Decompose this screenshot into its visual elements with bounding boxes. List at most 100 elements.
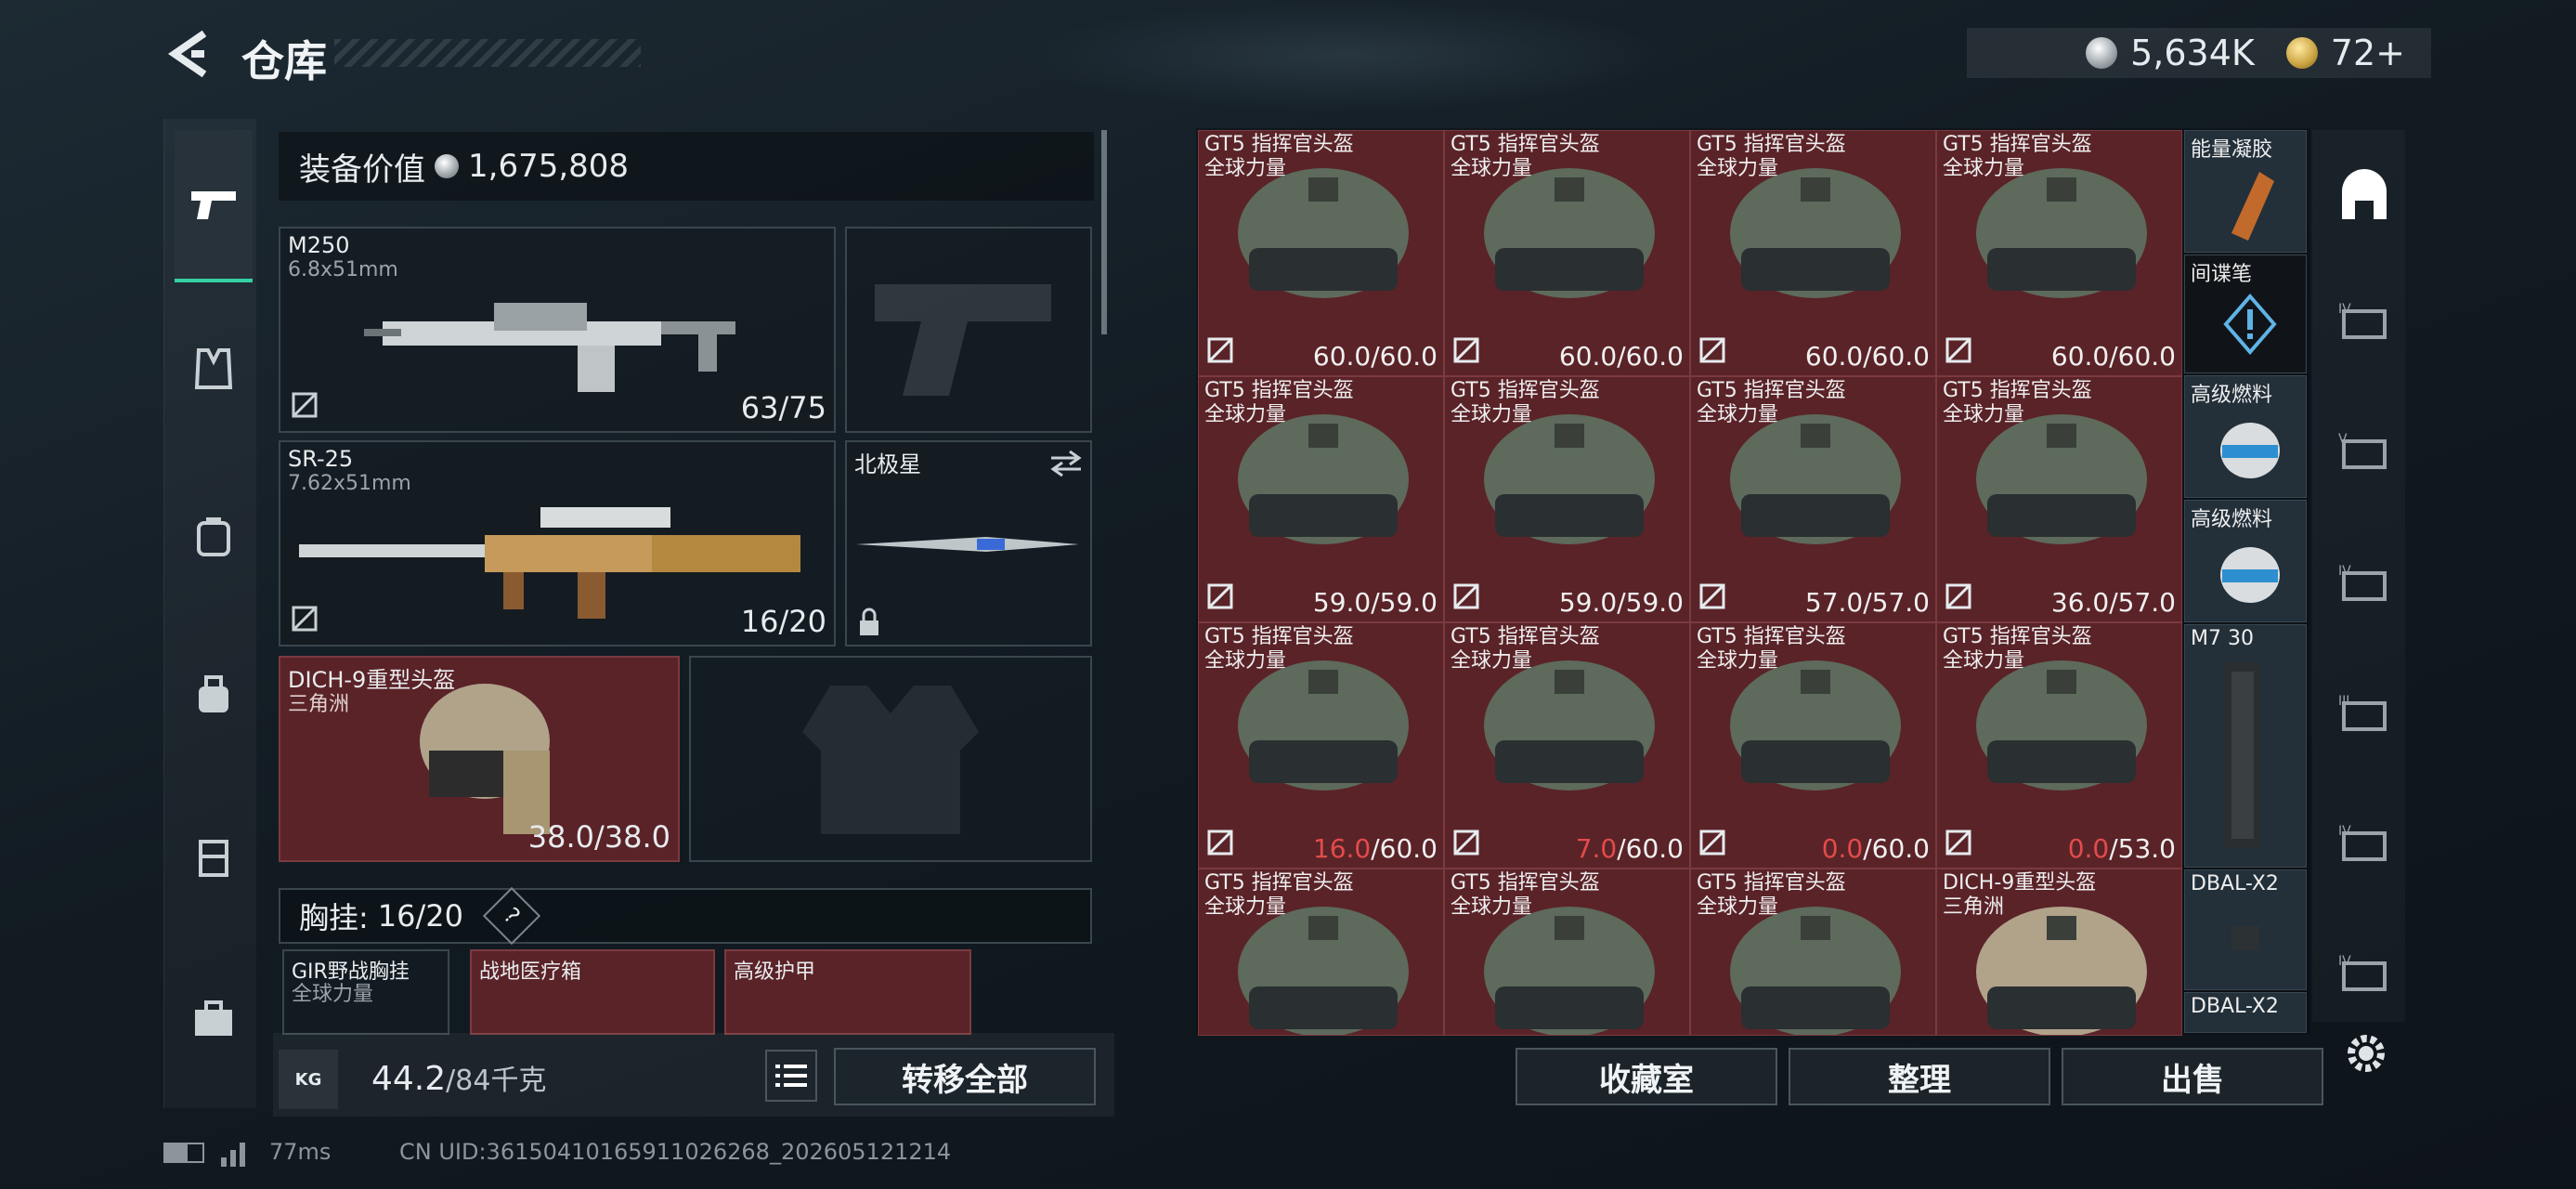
storage-tab-all[interactable] — [2327, 160, 2401, 234]
helmet-sub: 三角洲 — [288, 693, 350, 716]
secondary-weapon-slot[interactable]: SR-25 7.62x51mm 16/20 — [279, 440, 836, 647]
helmet-icon — [1730, 168, 1901, 298]
helmet-icon — [1730, 660, 1901, 790]
item-durability: 36.0/57.0 — [2051, 587, 2176, 618]
nav-case[interactable] — [175, 817, 253, 895]
durability-current: 60.0 — [1558, 341, 1618, 372]
gold-value[interactable]: 72+ — [2331, 33, 2405, 73]
sell-button[interactable]: 出售 — [2062, 1048, 2323, 1105]
item-durability: 59.0/59.0 — [1559, 587, 1684, 618]
equip-value: 1,675,808 — [468, 148, 630, 185]
storage-tab[interactable]: V — [2327, 416, 2401, 490]
list-view-button[interactable] — [765, 1050, 817, 1102]
swap-icon[interactable] — [1049, 450, 1083, 477]
stash-item[interactable]: GT5 指挥官头盔 全球力量 59.0/59.0 — [1444, 376, 1690, 622]
helmet-icon — [1730, 414, 1901, 544]
vest-icon — [194, 348, 233, 389]
side-item[interactable]: M7 30 — [2184, 624, 2307, 868]
pack-item[interactable]: 高级护甲 — [724, 949, 971, 1035]
energy-gel-icon — [2231, 172, 2274, 241]
item-durability: 7.0/60.0 — [1576, 833, 1684, 864]
pistol-icon — [191, 191, 236, 219]
helmet-durability: 38.0/38.0 — [527, 819, 670, 855]
weight-text: 44.2/84千克 — [371, 1057, 546, 1098]
stash-item[interactable]: GT5 指挥官头盔 全球力量 60.0/60.0 — [1444, 130, 1690, 376]
laser-module-icon — [2231, 926, 2259, 950]
side-item[interactable]: 高级燃料 — [2184, 375, 2307, 498]
back-arrow-icon — [167, 30, 207, 78]
pack-item[interactable]: 战地医疗箱 — [470, 949, 715, 1035]
equipment-value-bar: 装备价值 1,675,808 — [279, 132, 1094, 201]
stash-item[interactable]: GT5 指挥官头盔 全球力量 0.0/60.0 — [1690, 622, 1936, 869]
durability-max: /60.0 — [1617, 341, 1684, 372]
pack-item[interactable]: GIR野战胸挂 全球力量 — [282, 949, 449, 1035]
stash-item[interactable]: GT5 指挥官头盔 全球力量 — [1198, 869, 1444, 1036]
stash-item[interactable]: GT5 指挥官头盔 全球力量 57.0/57.0 — [1690, 376, 1936, 622]
stash-item[interactable]: GT5 指挥官头盔 全球力量 60.0/60.0 — [1198, 130, 1444, 376]
bind-icon — [1206, 336, 1234, 368]
help-button[interactable]: ? — [482, 886, 541, 946]
ammo-count: 63/75 — [740, 390, 826, 425]
stash-item[interactable]: GT5 指挥官头盔 全球力量 0.0/53.0 — [1936, 622, 2182, 869]
side-item[interactable]: 能量凝胶 — [2184, 130, 2307, 253]
stash-item[interactable]: GT5 指挥官头盔 全球力量 16.0/60.0 — [1198, 622, 1444, 869]
item-durability: 59.0/59.0 — [1313, 587, 1438, 618]
helmet-icon — [1976, 168, 2147, 298]
side-item[interactable]: DBAL-X2 — [2184, 992, 2307, 1033]
item-name: DICH-9重型头盔 — [1943, 871, 2097, 895]
collection-room-button[interactable]: 收藏室 — [1516, 1048, 1777, 1105]
gold-coin-icon — [2285, 37, 2318, 69]
side-item[interactable]: 高级燃料 — [2184, 500, 2307, 622]
stash-item[interactable]: DICH-9重型头盔 三角洲 — [1936, 869, 2182, 1036]
item-name: GT5 指挥官头盔 — [1451, 379, 1600, 402]
pouch-icon — [199, 675, 228, 712]
weapon-name: M250 — [288, 232, 350, 258]
nav-toolbox[interactable] — [175, 980, 253, 1058]
storage-tab[interactable]: IV — [2327, 286, 2401, 360]
durability-max: /60.0 — [1371, 833, 1438, 864]
side-item[interactable]: 间谍笔 — [2184, 255, 2307, 373]
durability-current: 59.0 — [1312, 587, 1372, 618]
stash-item[interactable]: GT5 指挥官头盔 全球力量 60.0/60.0 — [1936, 130, 2182, 376]
armor-slot[interactable] — [689, 656, 1092, 862]
side-item[interactable]: DBAL-X2 — [2184, 869, 2307, 990]
stash-item[interactable]: GT5 指挥官头盔 全球力量 — [1690, 869, 1936, 1036]
item-name: GT5 指挥官头盔 — [1697, 133, 1846, 156]
nav-armor[interactable] — [175, 330, 253, 408]
durability-current: 59.0 — [1558, 587, 1618, 618]
storage-tab[interactable]: IV — [2327, 548, 2401, 622]
storage-crate-icon: V — [2338, 432, 2387, 469]
item-name: GT5 指挥官头盔 — [1943, 379, 2092, 402]
stash-item[interactable]: GT5 指挥官头盔 全球力量 — [1444, 869, 1690, 1036]
durability-max: /60.0 — [2109, 341, 2176, 372]
pistol-slot[interactable] — [845, 227, 1092, 433]
background-glow — [1021, 0, 1672, 111]
storage-tab[interactable]: III — [2327, 678, 2401, 752]
settings-button[interactable] — [2340, 1027, 2392, 1079]
item-durability: 60.0/60.0 — [2051, 341, 2176, 372]
stash-item[interactable]: GT5 指挥官头盔 全球力量 7.0/60.0 — [1444, 622, 1690, 869]
magazine-icon — [2224, 662, 2261, 848]
primary-weapon-slot[interactable]: M250 6.8x51mm 63/75 — [279, 227, 836, 433]
storage-tab[interactable]: IV — [2327, 808, 2401, 882]
stash-item[interactable]: GT5 指挥官头盔 全球力量 59.0/59.0 — [1198, 376, 1444, 622]
transfer-all-button[interactable]: 转移全部 — [834, 1048, 1096, 1105]
pack-item-name: 高级护甲 — [734, 960, 816, 984]
nav-backpack[interactable] — [175, 497, 253, 575]
nav-weapons[interactable] — [175, 130, 253, 282]
back-button[interactable] — [163, 28, 215, 80]
nav-pouch[interactable] — [175, 655, 253, 733]
storage-tab[interactable]: IV — [2327, 938, 2401, 1013]
stash-item[interactable]: GT5 指挥官头盔 全球力量 60.0/60.0 — [1690, 130, 1936, 376]
storage-crate-icon: IV — [2338, 824, 2387, 861]
storage-home-icon — [2342, 169, 2387, 219]
helmet-icon — [1238, 660, 1409, 790]
helmet-slot[interactable]: DICH-9重型头盔 三角洲 38.0/38.0 — [279, 656, 680, 862]
stash-item[interactable]: GT5 指挥官头盔 全球力量 36.0/57.0 — [1936, 376, 2182, 622]
helmet-icon — [1238, 414, 1409, 544]
bind-icon — [1452, 336, 1480, 368]
left-scrollbar[interactable] — [1101, 130, 1107, 334]
item-name: GT5 指挥官头盔 — [1697, 625, 1846, 648]
melee-slot[interactable]: 北极星 — [845, 440, 1092, 647]
organize-button[interactable]: 整理 — [1789, 1048, 2050, 1105]
